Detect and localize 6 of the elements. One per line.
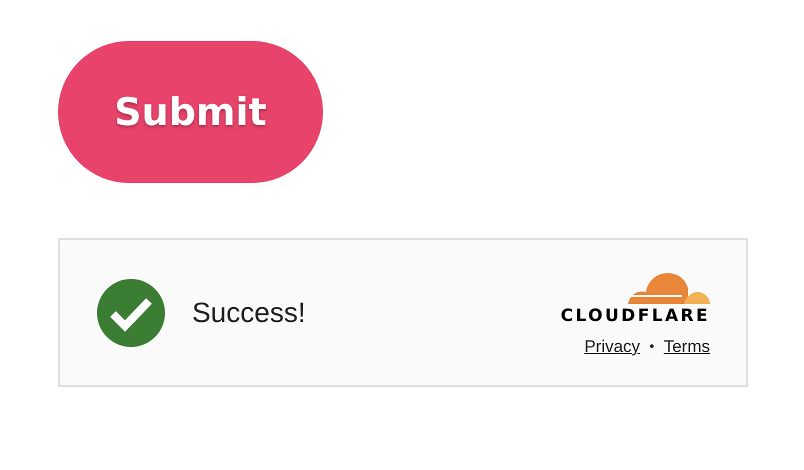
terms-link[interactable]: Terms: [664, 337, 710, 357]
separator-dot: •: [648, 340, 656, 354]
status-text: Success!: [192, 296, 306, 328]
logo-wordmark: CLOUDFLARE: [560, 308, 710, 325]
submit-button[interactable]: Submit: [58, 41, 323, 183]
privacy-link[interactable]: Privacy: [584, 337, 640, 357]
